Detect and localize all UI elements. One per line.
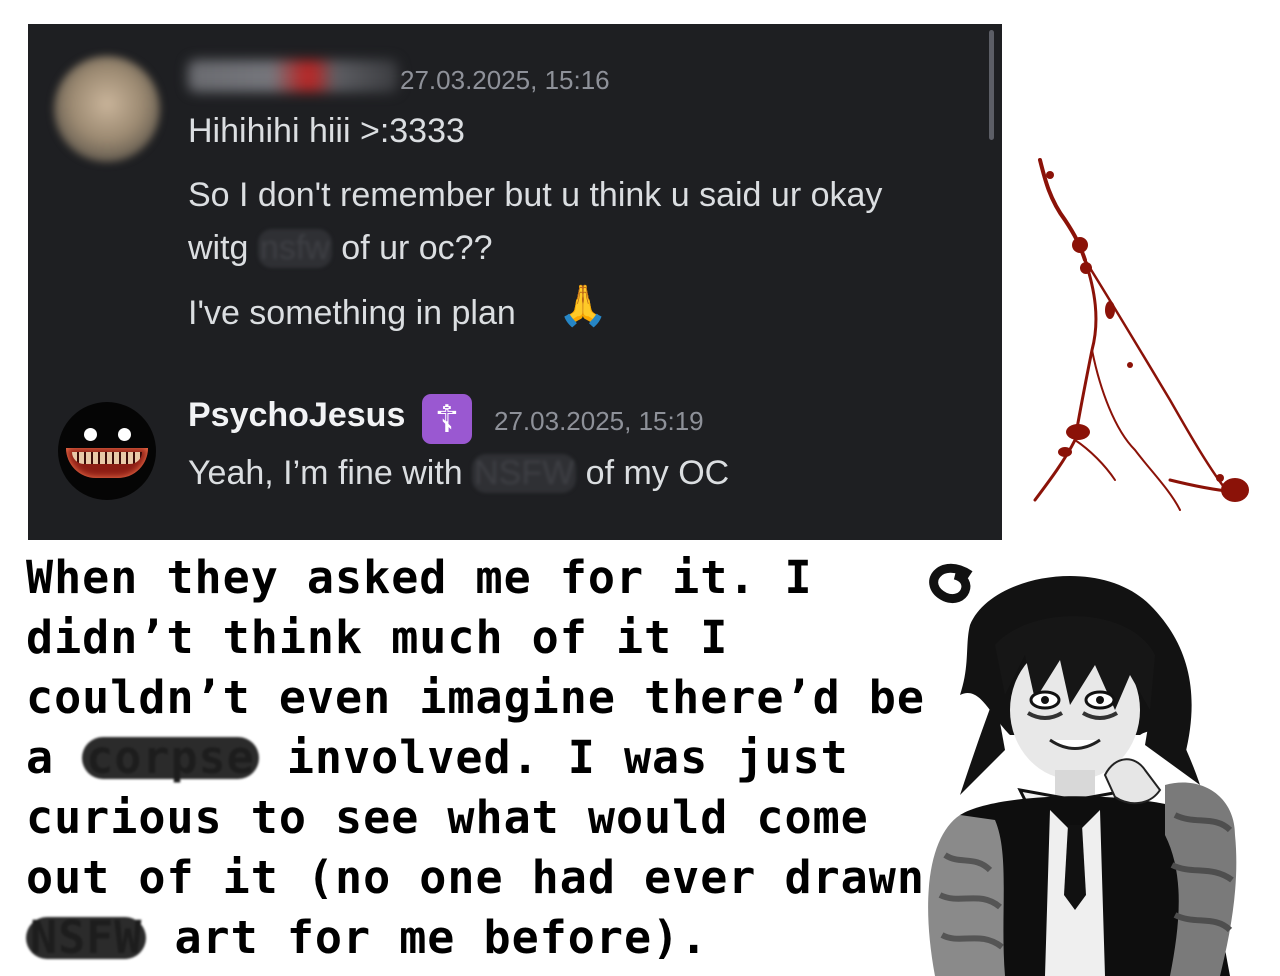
- caption-line: When they asked me for it. I: [26, 551, 813, 604]
- caption-line: NSFW art for me before).: [26, 908, 926, 968]
- caption-text: When they asked me for it. I didn’t thin…: [26, 548, 926, 968]
- caption-text-part: art for me before).: [146, 911, 709, 964]
- message-text: of ur oc??: [331, 229, 493, 267]
- caption-text-part: a: [26, 731, 83, 784]
- caption-text-part: involved. I was just: [258, 731, 849, 784]
- censored-word: NSFW: [26, 915, 147, 960]
- caption-line: couldn’t even imagine there’d be: [26, 671, 925, 724]
- blurred-username[interactable]: [188, 60, 398, 92]
- message-line: Hihihihi hiii >:3333: [188, 112, 465, 150]
- avatar-creepy-smile-icon[interactable]: [58, 402, 156, 500]
- character-illustration-icon: [928, 563, 1237, 976]
- message-text: of my OC: [576, 454, 730, 492]
- blurred-avatar[interactable]: [54, 56, 160, 162]
- message-timestamp: 27.03.2025, 15:16: [400, 65, 610, 95]
- censored-word: NSFW: [472, 454, 577, 493]
- censored-word: corpse: [82, 735, 259, 780]
- caption-line: didn’t think much of it I: [26, 611, 729, 664]
- message-text: witg: [188, 229, 258, 267]
- message-line: I've something in plan: [188, 294, 516, 332]
- caption-line: out of it (no one had ever drawn: [26, 851, 925, 904]
- message-line: Yeah, I’m fine with NSFW of my OC: [188, 454, 729, 493]
- message-line: witg nsfw of ur oc??: [188, 229, 493, 268]
- folded-hands-emoji-icon: 🙏: [558, 283, 608, 329]
- orthodox-cross-role-icon[interactable]: ☦: [422, 394, 472, 444]
- chat-screenshot: 27.03.2025, 15:16 Hihihihi hiii >:3333 S…: [28, 24, 1002, 540]
- scrollbar[interactable]: [989, 30, 994, 140]
- blood-splatter-icon: [1033, 158, 1249, 511]
- caption-line: a corpse involved. I was just: [26, 728, 926, 788]
- message-text: Yeah, I’m fine with: [188, 454, 473, 492]
- username[interactable]: PsychoJesus: [188, 396, 405, 435]
- message-line: So I don't remember but u think u said u…: [188, 176, 883, 214]
- censored-word: nsfw: [257, 229, 332, 268]
- message-timestamp: 27.03.2025, 15:19: [494, 406, 704, 436]
- caption-line: curious to see what would come: [26, 791, 869, 844]
